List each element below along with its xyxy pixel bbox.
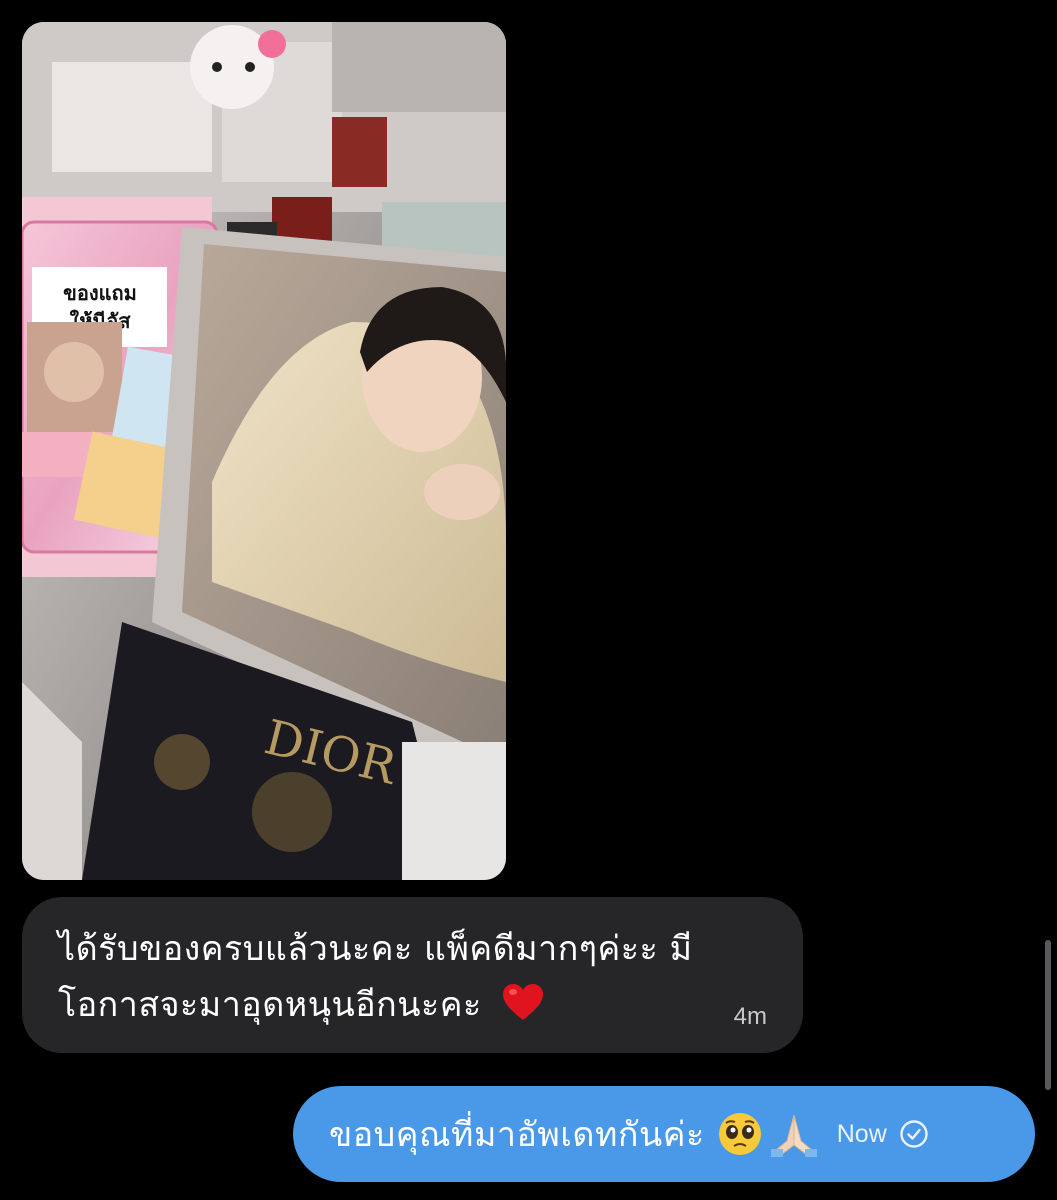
outgoing-message-time: Now	[836, 1119, 887, 1148]
incoming-message-bubble[interactable]: ได้รับของครบแล้วนะคะ แพ็คดีมากๆค่ะะ มีโอ…	[22, 897, 803, 1053]
incoming-message-time: 4m	[733, 1003, 767, 1030]
pleading-face-icon	[718, 1113, 761, 1155]
outgoing-message-text: ขอบคุณที่มาอัพเดทกันค่ะ	[329, 1115, 705, 1155]
received-photo: ของแถม ให้นีอัส DIOR	[22, 22, 506, 880]
sent-check-icon	[900, 1120, 928, 1148]
chat-screen: ของแถม ให้นีอัส DIOR ได้รับของครบแล้วนะค…	[0, 0, 1057, 1200]
photo-label-text: ของแถม	[63, 281, 137, 305]
folded-hands-icon	[770, 1114, 817, 1157]
outgoing-message-bubble[interactable]: ขอบคุณที่มาอัพเดทกันค่ะ Now	[293, 1086, 1035, 1182]
photo-message[interactable]: ของแถม ให้นีอัส DIOR	[22, 22, 506, 880]
red-heart-icon	[503, 984, 544, 1020]
incoming-message-text: ได้รับของครบแล้วนะคะ แพ็คดีมากๆค่ะะ มีโอ…	[58, 929, 693, 1025]
scrollbar[interactable]	[1045, 940, 1051, 1090]
